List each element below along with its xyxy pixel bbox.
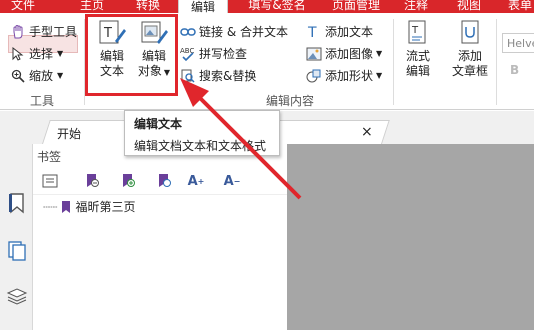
hand-tool-label: 手型工具 (29, 25, 78, 39)
add-text-button[interactable]: T 添加文本 (306, 23, 373, 40)
add-image-button[interactable]: 添加图像 ▼ (306, 45, 382, 62)
bookmark-panel-icon[interactable] (6, 192, 28, 214)
flow-edit-icon: T (403, 19, 433, 47)
page-thumbnail-icon[interactable] (6, 240, 28, 262)
bookmark-panel: 书签 A + A − ┄┄ 福昕第三页 (33, 144, 287, 330)
tab-home[interactable]: 主页 (74, 0, 110, 13)
divider (496, 19, 497, 105)
spell-check-icon: ABC (180, 46, 196, 62)
tab-comment[interactable]: 注释 (398, 0, 434, 13)
flow-edit-label-2: 编辑 (405, 64, 430, 78)
increase-font-icon[interactable]: A + (187, 172, 205, 190)
flow-edit-button[interactable]: T 流式 编辑 (400, 19, 436, 79)
select-tool-label: 选择 (29, 47, 54, 61)
add-shape-button[interactable]: 添加形状 ▼ (306, 67, 382, 84)
bold-button[interactable]: B (510, 63, 519, 77)
add-image-label: 添加图像 (325, 47, 374, 61)
chevron-down-icon: ▼ (57, 71, 64, 80)
bookmark-item-label: 福昕第三页 (75, 200, 136, 214)
hand-icon (10, 24, 26, 40)
edit-content-group-label: 编辑内容 (266, 94, 315, 108)
layers-icon[interactable] (6, 285, 28, 307)
document-view[interactable] (287, 144, 534, 330)
tab-fill-sign[interactable]: 填写&签名 (240, 0, 314, 13)
divider (393, 19, 394, 105)
link-merge-text-label: 链接 & 合并文本 (199, 25, 288, 39)
select-tool-button[interactable]: 选择 ▼ (10, 45, 63, 62)
add-article-box-label-1: 添加 (457, 49, 482, 63)
add-article-box-button[interactable]: 添加 文章框 (448, 19, 492, 79)
add-bookmark-icon[interactable] (119, 172, 137, 190)
close-icon[interactable]: × (361, 124, 373, 140)
add-text-label: 添加文本 (325, 25, 374, 39)
tab-view[interactable]: 视图 (451, 0, 487, 13)
tab-edit[interactable]: 编辑 (178, 0, 228, 13)
highlight-box (85, 14, 178, 96)
bookmark-item[interactable]: ┄┄ 福昕第三页 (43, 198, 135, 215)
zoom-icon (10, 68, 26, 84)
tab-file[interactable]: 文件 (5, 0, 41, 13)
tree-connector: ┄┄ (43, 199, 58, 214)
tools-group-label: 工具 (30, 94, 55, 108)
article-box-icon (455, 19, 485, 47)
tab-page-management[interactable]: 页面管理 (326, 0, 386, 13)
search-replace-icon (180, 68, 196, 84)
ribbon: 手型工具 选择 ▼ 缩放 ▼ 工具 T 编辑 文本 编辑 对象 ▼ 链接 & 合… (0, 13, 534, 110)
link-merge-text-button[interactable]: 链接 & 合并文本 (180, 23, 288, 40)
spell-check-button[interactable]: ABC 拼写检查 (180, 45, 247, 62)
decrease-font-icon[interactable]: A − (223, 172, 241, 190)
font-name-select[interactable]: Helve (502, 33, 534, 53)
add-article-box-label-2: 文章框 (451, 64, 488, 78)
menu-tab-bar: 文件 主页 转换 编辑 填写&签名 页面管理 注释 视图 表单 (0, 0, 534, 13)
tooltip-body: 编辑文档文本和文本格式 (134, 139, 267, 153)
svg-text:T: T (307, 25, 317, 39)
add-image-icon (306, 46, 322, 62)
tab-convert[interactable]: 转换 (130, 0, 166, 13)
tooltip: 编辑文本 编辑文档文本和文本格式 (124, 110, 280, 156)
spell-check-label: 拼写检查 (199, 47, 248, 61)
cursor-icon (10, 46, 26, 62)
delete-bookmark-icon[interactable] (83, 172, 101, 190)
bookmark-options-icon[interactable] (41, 172, 59, 190)
bookmark-toolbar: A + A − (33, 167, 287, 195)
doc-tab-start[interactable]: 开始 (57, 125, 81, 142)
svg-text:T: T (411, 25, 419, 36)
navigation-sidebar (0, 144, 33, 330)
search-replace-button[interactable]: 搜索&替换 (180, 67, 256, 84)
tooltip-title: 编辑文本 (134, 117, 183, 131)
flow-edit-label-1: 流式 (405, 49, 430, 63)
add-text-icon: T (306, 24, 322, 40)
chevron-down-icon: ▼ (57, 49, 64, 58)
chevron-down-icon: ▼ (376, 71, 383, 80)
hand-tool-button[interactable]: 手型工具 (10, 23, 77, 40)
link-icon (180, 24, 196, 40)
tab-form[interactable]: 表单 (502, 0, 534, 13)
bookmark-panel-title: 书签 (37, 150, 62, 164)
bookmark-icon (61, 200, 71, 214)
zoom-tool-button[interactable]: 缩放 ▼ (10, 67, 63, 84)
chevron-down-icon: ▼ (376, 49, 383, 58)
add-shape-label: 添加形状 (325, 69, 374, 83)
search-replace-label: 搜索&替换 (199, 69, 257, 83)
shape-icon (306, 68, 322, 84)
zoom-tool-label: 缩放 (29, 69, 54, 83)
bookmark-goto-icon[interactable] (155, 172, 173, 190)
